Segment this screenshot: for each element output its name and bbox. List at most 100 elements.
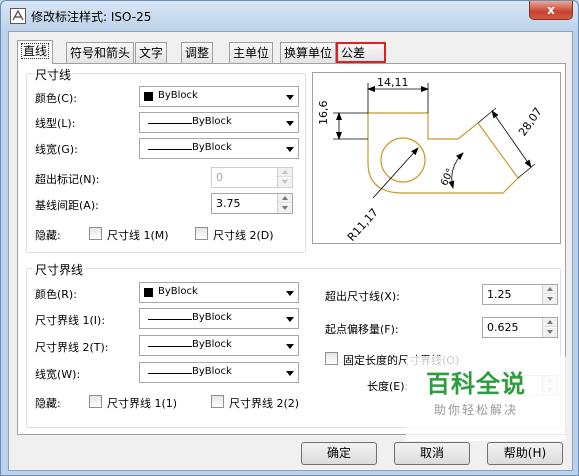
tab-tolerances[interactable]: 公差 xyxy=(336,42,386,63)
suppress-ext-line-2-checkbox[interactable] xyxy=(211,395,224,408)
dimension-preview-drawing xyxy=(333,83,536,199)
dialog-window: 修改标注样式: ISO-25 x 直线 符号和箭头 文字 调整 主单位 换算单位… xyxy=(0,0,579,476)
ext-linetype1-label: 尺寸界线 1(I): xyxy=(35,314,106,327)
watermark-title: 百科全说 xyxy=(426,370,526,398)
extend-ticks-label: 超出标记(N): xyxy=(35,173,100,186)
watermark-subtitle: 助你轻松解决 xyxy=(434,403,519,417)
dim-lineweight-select[interactable]: ByBlock xyxy=(139,138,299,159)
close-button[interactable]: x xyxy=(529,1,573,20)
suppress-dim-line-1-checkbox[interactable] xyxy=(89,227,102,240)
dim-color-label: 颜色(C): xyxy=(35,92,77,105)
suppress-ext-line-2-label: 尺寸界线 2(2) xyxy=(229,397,300,410)
suppress-dim-line-2-checkbox[interactable] xyxy=(195,227,208,240)
dim-color-value: ByBlock xyxy=(158,90,198,101)
dropdown-arrow-icon xyxy=(286,121,294,126)
tab-label: 符号和箭头 xyxy=(70,46,131,60)
dim-color-select[interactable]: ByBlock xyxy=(139,86,299,107)
suppress-ext-line-1-label: 尺寸界线 1(1) xyxy=(107,397,178,410)
ext-color-value: ByBlock xyxy=(158,286,198,297)
spinner-buttons xyxy=(277,168,292,187)
dropdown-arrow-icon xyxy=(286,344,294,349)
ext-lines-legend: 尺寸界线 xyxy=(33,261,86,278)
tab-label: 文字 xyxy=(139,46,164,60)
tab-label: 直线 xyxy=(21,43,50,59)
ext-lineweight-select[interactable]: ByBlock xyxy=(139,362,299,383)
baseline-spacing-value: 3.75 xyxy=(216,197,241,210)
suppress-dim-line-1-label: 尺寸线 1(M) xyxy=(107,229,169,242)
close-icon: x xyxy=(547,3,555,17)
dim-lineweight-label: 线宽(G): xyxy=(35,143,78,156)
tab-symbols-arrows[interactable]: 符号和箭头 xyxy=(66,42,135,63)
line-sample xyxy=(148,149,192,150)
color-swatch xyxy=(144,288,153,297)
ext-linetype2-value: ByBlock xyxy=(192,339,232,350)
dim-linetype-value: ByBlock xyxy=(192,116,232,127)
tab-label: 换算单位 xyxy=(284,46,333,60)
spin-up-icon[interactable] xyxy=(543,318,557,327)
line-sample xyxy=(148,319,192,320)
spin-up-icon[interactable] xyxy=(278,168,292,177)
dropdown-arrow-icon xyxy=(286,95,294,100)
spin-up-icon[interactable] xyxy=(543,285,557,294)
ext-linetype1-select[interactable]: ByBlock xyxy=(139,308,299,329)
preview-pane: 14,11 16,6 28,07 60° R11,17 xyxy=(312,72,561,244)
extend-beyond-label: 超出尺寸线(X): xyxy=(325,290,400,303)
offset-label: 起点偏移量(F): xyxy=(325,323,399,336)
ext-linetype2-select[interactable]: ByBlock xyxy=(139,335,299,356)
suppress-ext-line-1-checkbox[interactable] xyxy=(89,395,102,408)
dim-lines-legend: 尺寸线 xyxy=(33,66,74,83)
ext-color-label: 颜色(R): xyxy=(35,288,77,301)
ext-linetype2-label: 尺寸界线 2(T): xyxy=(35,341,109,354)
tab-lines[interactable]: 直线 xyxy=(17,40,54,64)
dropdown-arrow-icon xyxy=(286,147,294,152)
tab-label: 主单位 xyxy=(233,46,270,60)
tab-text[interactable]: 文字 xyxy=(135,42,168,63)
ext-lineweight-value: ByBlock xyxy=(192,366,232,377)
title-bar: 修改标注样式: ISO-25 x xyxy=(1,1,578,31)
tab-label: 调整 xyxy=(185,46,210,60)
help-button[interactable]: 帮助(H) xyxy=(487,442,563,465)
dim-lineweight-value: ByBlock xyxy=(192,142,232,153)
dropdown-arrow-icon xyxy=(286,291,294,296)
dim-linetype-label: 线型(L): xyxy=(35,117,76,130)
fixed-length-checkbox[interactable] xyxy=(325,352,338,365)
spin-down-icon[interactable] xyxy=(543,328,557,337)
offset-value: 0.625 xyxy=(487,321,519,334)
spinner-buttons xyxy=(542,285,557,304)
extend-ticks-value: 0 xyxy=(216,171,223,184)
color-swatch xyxy=(144,92,153,101)
extend-beyond-value: 1.25 xyxy=(487,288,512,301)
spin-down-icon[interactable] xyxy=(543,295,557,304)
ext-linetype1-value: ByBlock xyxy=(192,312,232,323)
spinner-buttons xyxy=(277,194,292,213)
extend-beyond-spinner[interactable]: 1.25 xyxy=(482,284,558,305)
tab-primary-units[interactable]: 主单位 xyxy=(229,42,274,63)
window-title: 修改标注样式: ISO-25 xyxy=(31,10,152,24)
ext-lineweight-label: 线宽(W): xyxy=(35,368,81,381)
ext-color-select[interactable]: ByBlock xyxy=(139,282,299,303)
preview-dim-left: 16,6 xyxy=(317,100,330,126)
ok-button[interactable]: 确定 xyxy=(301,442,377,465)
cancel-button[interactable]: 取消 xyxy=(394,442,470,465)
spinner-buttons xyxy=(542,318,557,337)
dim-suppress-label: 隐藏: xyxy=(35,229,61,242)
tab-label: 公差 xyxy=(341,46,366,60)
dim-lines-group: 尺寸线 颜色(C): ByBlock 线型(L): ByBlock 线宽(G):… xyxy=(26,66,306,253)
line-sample xyxy=(148,373,192,374)
extend-ticks-spinner[interactable]: 0 xyxy=(211,167,293,188)
line-sample xyxy=(148,346,192,347)
autocad-icon xyxy=(10,8,26,24)
spin-down-icon[interactable] xyxy=(278,204,292,213)
tab-alternate-units[interactable]: 换算单位 xyxy=(280,42,337,63)
preview-dim-top: 14,11 xyxy=(377,76,409,89)
dim-linetype-select[interactable]: ByBlock xyxy=(139,112,299,133)
offset-spinner[interactable]: 0.625 xyxy=(482,317,558,338)
spin-down-icon[interactable] xyxy=(278,178,292,187)
tab-fit[interactable]: 调整 xyxy=(181,42,214,63)
baseline-spacing-spinner[interactable]: 3.75 xyxy=(211,193,293,214)
spin-up-icon[interactable] xyxy=(278,194,292,203)
ext-suppress-label: 隐藏: xyxy=(35,397,61,410)
dropdown-arrow-icon xyxy=(286,317,294,322)
baseline-spacing-label: 基线间距(A): xyxy=(35,199,99,212)
watermark: 百科全说 助你轻松解决 xyxy=(406,356,566,441)
